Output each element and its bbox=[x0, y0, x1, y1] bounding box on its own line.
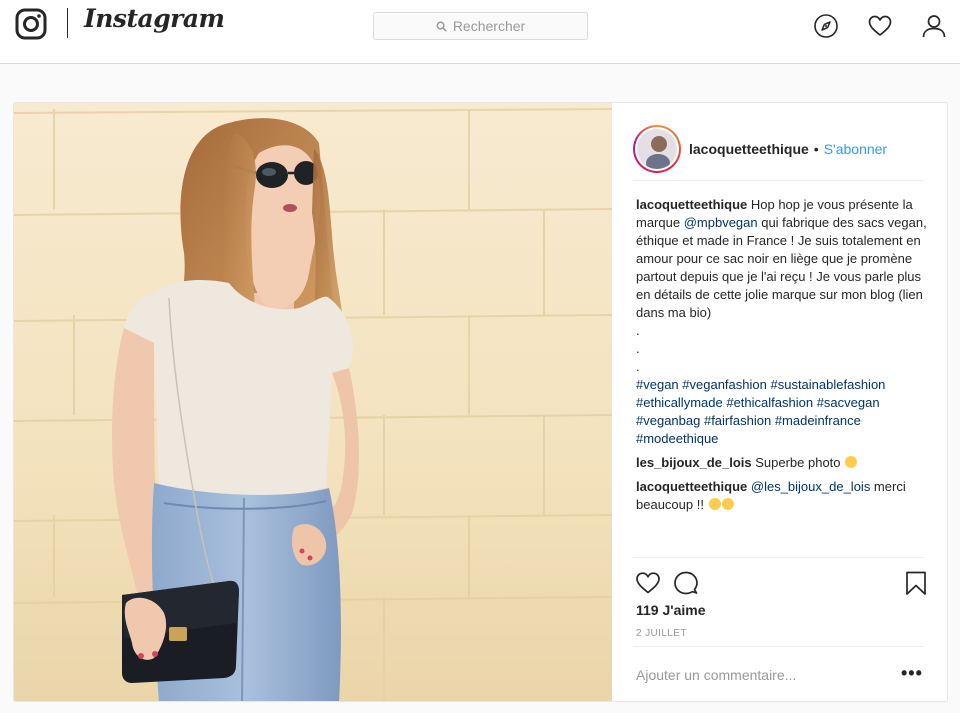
comment-item: les_bijoux_de_lois Superbe photo bbox=[636, 454, 928, 472]
hashtag[interactable]: #sacvegan bbox=[817, 395, 880, 410]
avatar-image bbox=[637, 128, 677, 169]
caption-dot: . bbox=[636, 323, 640, 338]
add-comment-section: Ajouter un commentaire... ••• bbox=[633, 646, 925, 701]
hashtag[interactable]: #fairfashion bbox=[704, 413, 771, 428]
header-separator: • bbox=[813, 140, 819, 157]
follow-button[interactable]: S'abonner bbox=[824, 141, 887, 157]
hashtag[interactable]: #veganfashion bbox=[682, 377, 767, 392]
post-actions bbox=[633, 557, 926, 595]
post-photo-illustration bbox=[14, 103, 612, 701]
hashtag[interactable]: #sustainablefashion bbox=[770, 377, 885, 392]
post-date[interactable]: 2 JUILLET bbox=[636, 628, 687, 639]
comments-list: lacoquetteethique Hop hop je vous présen… bbox=[636, 196, 928, 520]
instagram-logo[interactable]: Instagram bbox=[84, 4, 225, 33]
likes-count[interactable]: 119 J'aime bbox=[636, 602, 706, 618]
caption-text-2: qui fabrique des sacs vegan, éthique et … bbox=[636, 215, 927, 320]
hashtag[interactable]: #modeethique bbox=[636, 431, 718, 446]
comment-username[interactable]: les_bijoux_de_lois bbox=[636, 455, 752, 470]
hashtag[interactable]: #veganbag bbox=[636, 413, 700, 428]
caption-username[interactable]: lacoquetteethique bbox=[636, 197, 747, 212]
post-card: lacoquetteethique • S'abonner lacoquette… bbox=[13, 102, 948, 702]
comment-item: lacoquetteethique @les_bijoux_de_lois me… bbox=[636, 478, 928, 514]
heart-icon[interactable] bbox=[867, 13, 893, 39]
comment-username[interactable]: lacoquetteethique bbox=[636, 479, 747, 494]
hashtag[interactable]: #ethicallymade bbox=[636, 395, 723, 410]
user-icon[interactable] bbox=[921, 13, 947, 39]
hashtag[interactable]: #vegan bbox=[636, 377, 679, 392]
caption-dot: . bbox=[636, 341, 640, 356]
comment-mention[interactable]: @les_bijoux_de_lois bbox=[751, 479, 870, 494]
compass-icon[interactable] bbox=[813, 13, 839, 39]
hashtag[interactable]: #ethicalfashion bbox=[726, 395, 813, 410]
caption-dot: . bbox=[636, 359, 640, 374]
post-header: lacoquetteethique • S'abonner bbox=[633, 117, 925, 181]
post-photo[interactable] bbox=[14, 103, 612, 701]
search-icon bbox=[436, 21, 447, 32]
caption-mention[interactable]: @mpbvegan bbox=[684, 215, 758, 230]
post-sidebar: lacoquetteethique • S'abonner lacoquette… bbox=[613, 103, 947, 701]
logo-divider bbox=[67, 8, 68, 38]
add-comment-input[interactable]: Ajouter un commentaire... bbox=[636, 667, 796, 683]
search-placeholder: Rechercher bbox=[452, 18, 526, 34]
caption: lacoquetteethique Hop hop je vous présen… bbox=[636, 196, 928, 448]
bookmark-icon[interactable] bbox=[903, 570, 929, 596]
comment-text: Superbe photo bbox=[751, 455, 845, 470]
top-navigation-bar: Instagram Rechercher bbox=[0, 0, 960, 64]
heart-icon[interactable] bbox=[635, 570, 661, 596]
more-options-icon[interactable]: ••• bbox=[901, 663, 923, 684]
hashtag-list: #vegan #veganfashion #sustainablefashion… bbox=[636, 376, 928, 448]
astonished-emoji-icon bbox=[721, 498, 734, 510]
smile-emoji-icon bbox=[708, 498, 721, 510]
astonished-emoji-icon bbox=[845, 456, 858, 468]
hashtag[interactable]: #madeinfrance bbox=[775, 413, 861, 428]
comment-icon[interactable] bbox=[673, 570, 699, 596]
post-author-username[interactable]: lacoquetteethique bbox=[689, 141, 809, 157]
search-input[interactable]: Rechercher bbox=[373, 12, 588, 40]
camera-icon[interactable] bbox=[15, 8, 47, 40]
avatar[interactable] bbox=[633, 124, 681, 173]
